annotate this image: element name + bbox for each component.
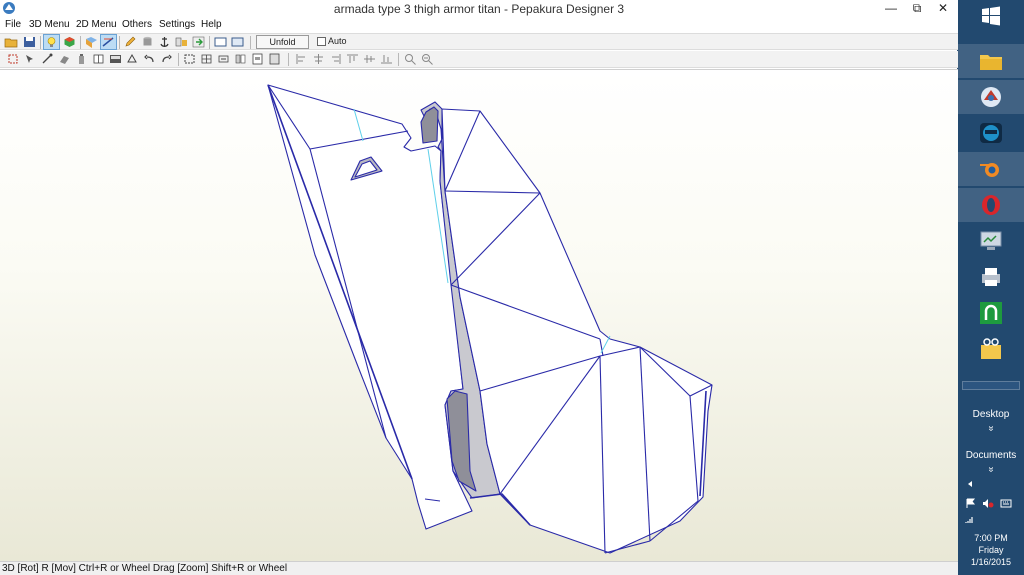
- zoom-out-icon[interactable]: [420, 52, 435, 66]
- menu-help[interactable]: Help: [201, 19, 222, 30]
- taskbar-opera[interactable]: [958, 188, 1024, 222]
- 3d-viewport[interactable]: [0, 69, 958, 561]
- menu-file[interactable]: File: [5, 19, 21, 30]
- menu-bar: File 3D Menu 2D Menu Others Settings Hel…: [0, 18, 958, 33]
- volume-muted-icon[interactable]: [982, 498, 994, 509]
- green-arrow-icon[interactable]: [191, 35, 206, 49]
- texture-cube-icon[interactable]: [62, 35, 77, 49]
- status-bar: 3D [Rot] R [Mov] Ctrl+R or Wheel Drag [Z…: [0, 561, 958, 575]
- taskbar-clock[interactable]: 7:00 PM Friday 1/16/2015: [958, 532, 1024, 568]
- show-edges-icon[interactable]: [100, 34, 117, 50]
- folder-icon: [980, 55, 1002, 70]
- clock-time: 7:00 PM: [974, 533, 1008, 543]
- align-bottom-icon[interactable]: [379, 52, 394, 66]
- taskbar: Desktop » Documents » 7:00 PM Friday 1/1…: [958, 0, 1024, 575]
- print-preview-icon[interactable]: [250, 52, 265, 66]
- taskbar-monitor[interactable]: [958, 224, 1024, 258]
- align-center-icon[interactable]: [311, 52, 326, 66]
- split-piece-icon[interactable]: [233, 52, 248, 66]
- lightbulb-icon[interactable]: [43, 34, 60, 50]
- clock-day: Friday: [978, 545, 1004, 555]
- main-toolbar: Unfold Auto: [0, 33, 958, 50]
- align-top-icon[interactable]: [345, 52, 360, 66]
- auto-label: Auto: [328, 36, 347, 46]
- green-magnet-icon: [980, 302, 1002, 324]
- split-view-icon[interactable]: [230, 35, 245, 49]
- single-view-icon[interactable]: [213, 35, 228, 49]
- documents-chevron-icon[interactable]: »: [986, 437, 997, 503]
- move-icon[interactable]: [23, 52, 38, 66]
- pepakura-window: armada type 3 thigh armor titan - Pepaku…: [0, 0, 958, 575]
- grid-icon[interactable]: [199, 52, 214, 66]
- taskbar-green-app[interactable]: [958, 296, 1024, 330]
- monitor-icon: [980, 231, 1002, 250]
- open-folder-icon[interactable]: [4, 35, 19, 49]
- blender-icon: [980, 163, 999, 177]
- taskbar-snipping[interactable]: [958, 332, 1024, 366]
- taskbar-blender[interactable]: [958, 152, 1024, 186]
- undo-icon[interactable]: [142, 52, 157, 66]
- taskbar-pepakura[interactable]: [958, 80, 1024, 114]
- windows-start-icon[interactable]: [981, 6, 1001, 26]
- edge-id-icon[interactable]: [216, 52, 231, 66]
- snipping-tool-icon: [981, 338, 1001, 359]
- book-icon[interactable]: [91, 52, 106, 66]
- arrange-icon[interactable]: [182, 52, 197, 66]
- page-icon[interactable]: [267, 52, 282, 66]
- rotate-piece-icon[interactable]: [125, 52, 140, 66]
- save-icon[interactable]: [22, 35, 37, 49]
- keyboard-icon[interactable]: [1000, 497, 1012, 509]
- printer-icon: [982, 268, 1000, 286]
- taskbar-file-explorer[interactable]: [958, 44, 1024, 78]
- window-title: armada type 3 thigh armor titan - Pepaku…: [333, 2, 625, 16]
- menu-settings[interactable]: Settings: [159, 19, 195, 30]
- anchor-icon[interactable]: [157, 35, 172, 49]
- title-bar: armada type 3 thigh armor titan - Pepaku…: [0, 0, 958, 18]
- zoom-in-icon[interactable]: [403, 52, 418, 66]
- show-faces-icon[interactable]: [84, 35, 99, 49]
- taskbar-app-cyan[interactable]: [958, 116, 1024, 150]
- menu-3d[interactable]: 3D Menu: [29, 19, 70, 30]
- status-text: 3D [Rot] R [Mov] Ctrl+R or Wheel Drag [Z…: [2, 563, 288, 574]
- opera-icon: [982, 195, 1000, 215]
- join-icon[interactable]: [40, 52, 55, 66]
- taskbar-printer[interactable]: [958, 260, 1024, 294]
- unfold-button[interactable]: Unfold: [256, 35, 309, 49]
- redo-icon[interactable]: [159, 52, 174, 66]
- cyan-face-icon: [980, 123, 1002, 143]
- action-center-flag-icon[interactable]: [965, 498, 976, 509]
- tray-expand-icon[interactable]: [966, 480, 974, 488]
- menu-2d[interactable]: 2D Menu: [76, 19, 117, 30]
- align-left-icon[interactable]: [294, 52, 309, 66]
- close-button[interactable]: ✕: [928, 0, 958, 18]
- image-icon[interactable]: [108, 52, 123, 66]
- menu-others[interactable]: Others: [122, 19, 152, 30]
- network-signal-icon[interactable]: [965, 516, 975, 524]
- cylinder-icon[interactable]: [140, 35, 155, 49]
- thigh-armor-model[interactable]: [0, 70, 958, 561]
- auto-checkbox[interactable]: [317, 37, 326, 46]
- select-icon[interactable]: [6, 52, 21, 66]
- pepakura-icon: [981, 87, 1001, 107]
- bottle-icon[interactable]: [74, 52, 89, 66]
- taskbar-scrollbar[interactable]: [962, 381, 1020, 390]
- edit-toolbar: [0, 51, 958, 68]
- parts-icon[interactable]: [174, 35, 189, 49]
- flap-icon[interactable]: [57, 52, 72, 66]
- pencil-icon[interactable]: [123, 35, 138, 49]
- align-right-icon[interactable]: [328, 52, 343, 66]
- align-middle-icon[interactable]: [362, 52, 377, 66]
- clock-date: 1/16/2015: [970, 557, 1012, 567]
